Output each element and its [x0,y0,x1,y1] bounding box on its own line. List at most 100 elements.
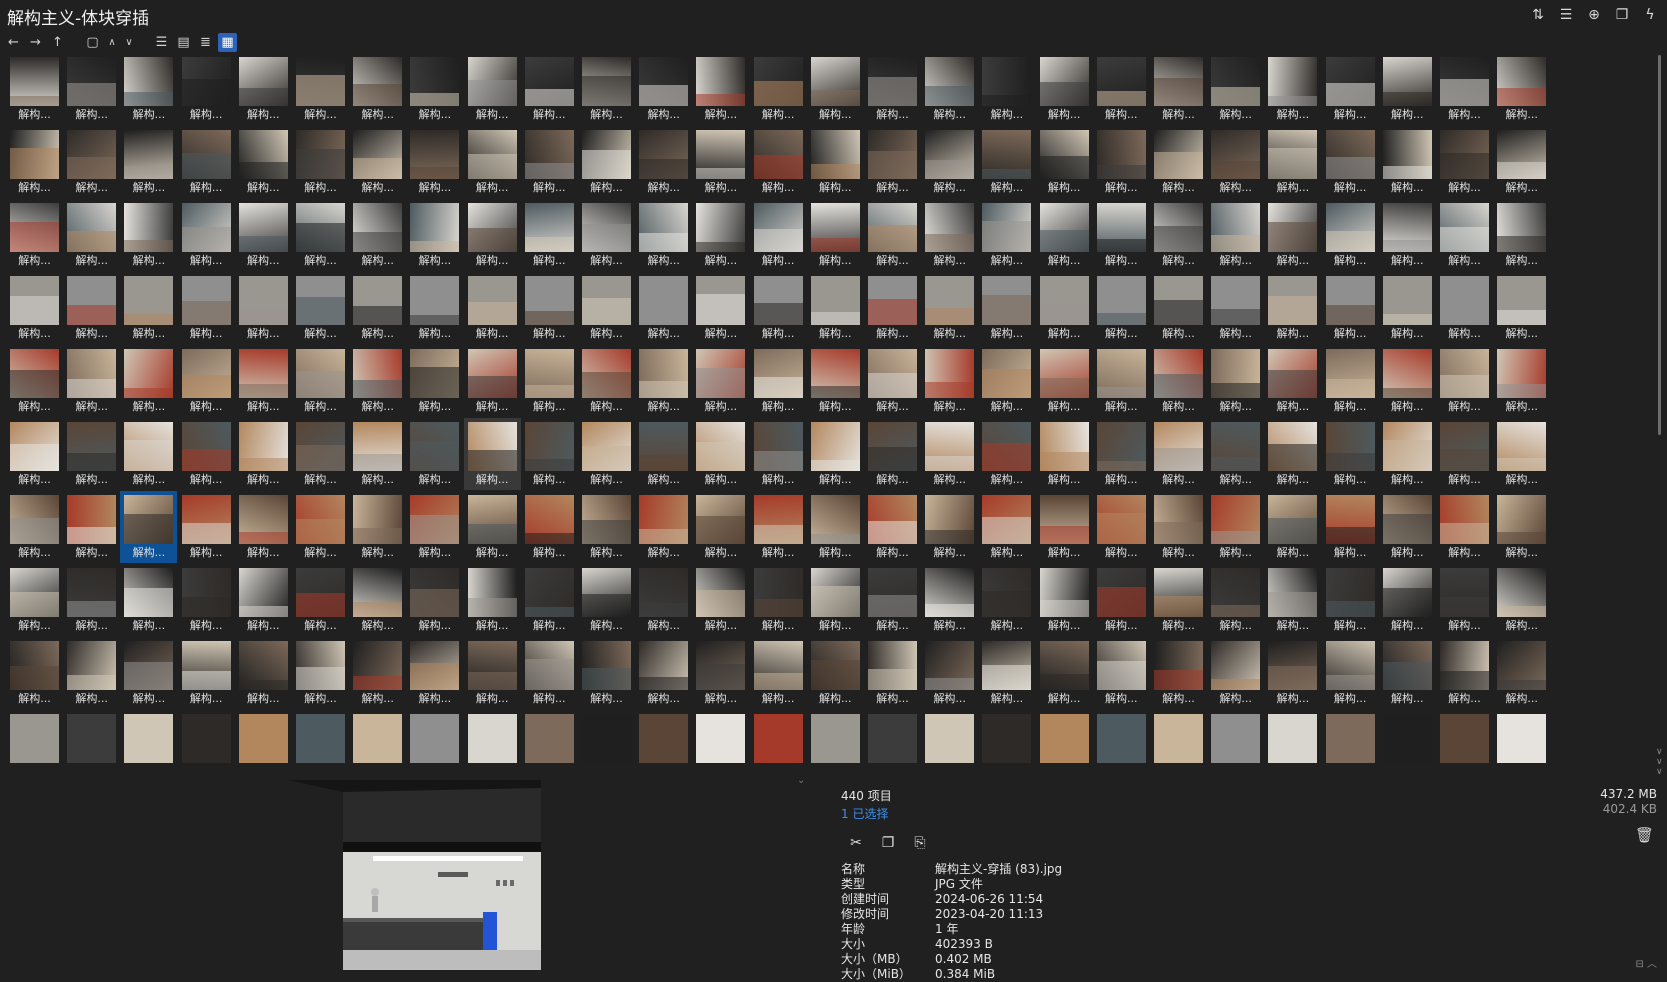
thumbnail-item[interactable]: 解构... [750,272,807,344]
thumbnail-item[interactable]: 解构... [521,53,578,125]
thumbnail-item[interactable]: 解构... [807,345,864,417]
thumbnail-item[interactable]: 解构... [692,126,749,198]
thumbnail-item[interactable]: 解构... [349,53,406,125]
thumbnail-item[interactable]: 解构... [578,272,635,344]
thumbnail-item[interactable]: 解构... [635,564,692,636]
thumbnail-item[interactable]: 解构... [63,345,120,417]
thumbnail-item[interactable]: 解构... [1207,564,1264,636]
thumbnail-item[interactable]: 解构... [750,637,807,709]
thumbnail-item[interactable] [692,710,749,777]
thumbnail-item[interactable]: 解构... [864,272,921,344]
thumbnail-item[interactable]: 解构... [1150,199,1207,271]
thumbnail-item[interactable]: 解构... [1093,126,1150,198]
thumbnail-item[interactable]: 解构... [349,126,406,198]
thumbnail-item[interactable]: 解构... [864,491,921,563]
chevron-down-icon[interactable]: ∨ [122,33,136,52]
thumbnail-item[interactable]: 解构... [1436,491,1493,563]
thumbnail-item[interactable]: 解构... [1322,272,1379,344]
thumbnail-item[interactable]: 解构... [292,53,349,125]
thumbnail-item[interactable]: 解构... [864,564,921,636]
thumbnail-item[interactable] [1207,710,1264,777]
thumbnail-item[interactable]: 解构... [235,345,292,417]
thumbnail-item[interactable]: 解构... [464,345,521,417]
thumbnail-item[interactable]: 解构... [120,491,178,563]
thumbnail-item[interactable]: 解构... [406,491,463,563]
thumbnail-item[interactable]: 解构... [692,418,749,490]
thumbnail-item[interactable]: 解构... [864,637,921,709]
thumbnail-item[interactable]: 解构... [406,199,463,271]
thumbnail-item[interactable]: 解构... [1322,126,1379,198]
thumbnail-item[interactable]: 解构... [178,564,235,636]
thumbnail-item[interactable]: 解构... [750,564,807,636]
thumbnail-item[interactable]: 解构... [1379,564,1436,636]
thumbnail-item[interactable]: 解构... [1436,272,1493,344]
thumbnail-item[interactable]: 解构... [692,345,749,417]
thumbnail-item[interactable]: 解构... [1322,345,1379,417]
thumbnail-item[interactable]: 解构... [1093,418,1150,490]
thumbnail-item[interactable]: 解构... [1493,53,1550,125]
thumbnail-item[interactable]: 解构... [464,199,521,271]
thumbnail-item[interactable]: 解构... [292,564,349,636]
thumbnail-item[interactable]: 解构... [349,345,406,417]
thumbnail-item[interactable]: 解构... [1207,53,1264,125]
thumbnail-item[interactable]: 解构... [1379,637,1436,709]
thumbnail-item[interactable]: 解构... [1207,126,1264,198]
trash-icon[interactable]: 🗑 [1635,826,1654,844]
thumbnail-item[interactable]: 解构... [292,637,349,709]
thumbnail-item[interactable]: 解构... [1036,272,1093,344]
thumbnail-item[interactable]: 解构... [406,637,463,709]
scrollbar-thumb[interactable] [1658,55,1661,435]
thumbnail-item[interactable] [635,710,692,777]
thumbnail-item[interactable]: 解构... [120,345,177,417]
thumbnail-item[interactable]: 解构... [521,637,578,709]
thumbnail-item[interactable]: 解构... [1207,345,1264,417]
thumbnail-item[interactable] [178,710,235,777]
thumbnail-item[interactable]: 解构... [578,345,635,417]
thumbnail-item[interactable]: 解构... [406,53,463,125]
thumbnail-item[interactable]: 解构... [6,53,63,125]
thumbnail-item[interactable] [1093,710,1150,777]
thumbnail-item[interactable]: 解构... [349,491,406,563]
thumbnail-item[interactable]: 解构... [1379,345,1436,417]
thumbnail-item[interactable]: 解构... [1436,53,1493,125]
thumbnail-item[interactable]: 解构... [635,418,692,490]
thumbnail-item[interactable]: 解构... [6,272,63,344]
thumbnail-item[interactable]: 解构... [292,345,349,417]
thumbnail-item[interactable]: 解构... [750,199,807,271]
resize-grip-icon[interactable]: ⊟ ︿ [1635,955,1657,970]
thumbnail-item[interactable]: 解构... [1493,199,1550,271]
thumbnail-item[interactable]: 解构... [1264,53,1321,125]
thumbnail-item[interactable]: 解构... [921,564,978,636]
thumbnail-item[interactable]: 解构... [978,637,1035,709]
thumbnail-item[interactable]: 解构... [1036,126,1093,198]
thumbnail-item[interactable]: 解构... [1493,345,1550,417]
thumbnail-item[interactable]: 解构... [521,564,578,636]
thumbnail-item[interactable]: 解构... [349,418,406,490]
thumbnail-item[interactable] [464,710,521,777]
thumbnail-item[interactable]: 解构... [349,272,406,344]
thumbnail-item[interactable]: 解构... [1493,272,1550,344]
thumbnail-item[interactable]: 解构... [6,637,63,709]
view-grid-icon[interactable]: ▦ [218,32,237,52]
thumbnail-item[interactable]: 解构... [235,53,292,125]
thumbnail-item[interactable]: 解构... [120,199,177,271]
view-details-icon[interactable]: ▤ [174,33,193,52]
thumbnail-item[interactable]: 解构... [235,637,292,709]
thumbnail-item[interactable]: 解构... [1093,345,1150,417]
thumbnail-item[interactable] [292,710,349,777]
thumbnail-item[interactable]: 解构... [1379,199,1436,271]
thumbnail-item[interactable]: 解构... [1150,272,1207,344]
details-list-icon[interactable]: ☰ [1557,6,1575,24]
thumbnail-item[interactable]: 解构... [750,345,807,417]
thumbnail-item[interactable]: 解构... [864,126,921,198]
thumbnail-item[interactable]: 解构... [1207,491,1264,563]
thumbnail-item[interactable]: 解构... [235,418,292,490]
property-value[interactable]: 1 年 [935,922,958,937]
thumbnail-item[interactable]: 解构... [63,418,120,490]
thumbnail-item[interactable]: 解构... [921,199,978,271]
thumbnail-item[interactable]: 解构... [1093,564,1150,636]
thumbnail-item[interactable]: 解构... [178,53,235,125]
back-arrow-icon[interactable]: ← [4,33,23,52]
thumbnail-item[interactable]: 解构... [349,199,406,271]
thumbnail-item[interactable]: 解构... [1322,564,1379,636]
